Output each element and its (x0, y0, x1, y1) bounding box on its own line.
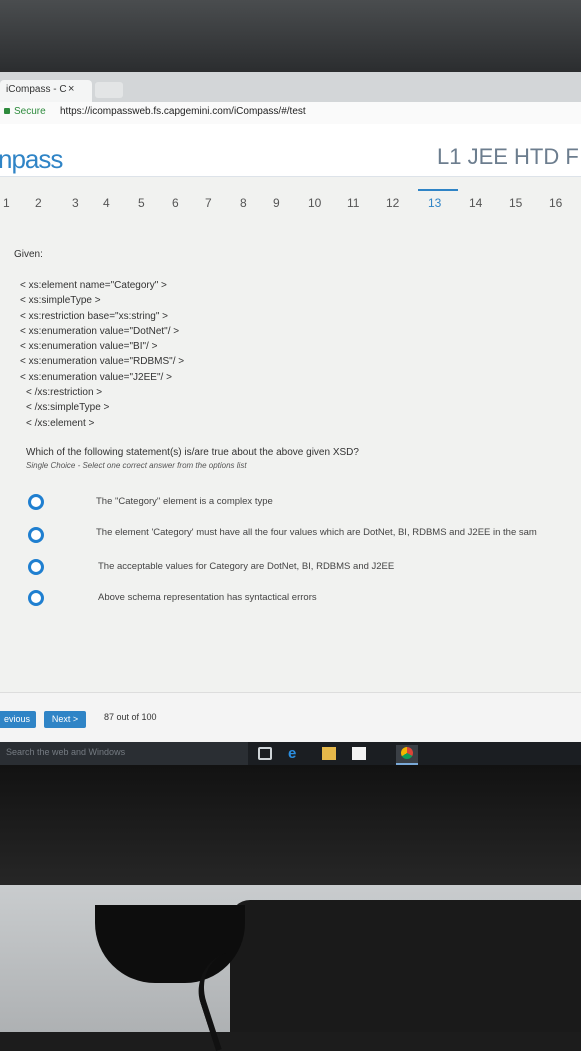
option-text: The acceptable values for Category are D… (98, 561, 395, 572)
question-nav-item[interactable]: 12 (386, 196, 399, 210)
code-line: < xs:element name="Category" > (20, 280, 167, 291)
answer-option-4[interactable]: Above schema representation has syntacti… (28, 590, 581, 610)
task-view-icon[interactable] (258, 747, 272, 760)
option-text: The "Category" element is a complex type (96, 496, 273, 507)
question-nav-item[interactable]: 5 (138, 196, 145, 210)
address-bar[interactable]: Secure https://icompassweb.fs.capgemini.… (0, 102, 581, 125)
answer-option-2[interactable]: The element 'Category' must have all the… (28, 527, 581, 547)
question-progress: 87 out of 100 (104, 712, 157, 722)
code-line: < xs:restriction base="xs:string" > (20, 310, 168, 322)
code-line: < xs:enumeration value="J2EE"/ > (20, 371, 172, 383)
lock-icon (4, 108, 10, 114)
question-nav-item[interactable]: 4 (103, 196, 110, 210)
question-nav-item[interactable]: 8 (240, 196, 247, 210)
close-tab-icon[interactable]: × (68, 83, 74, 95)
new-tab-button[interactable] (95, 82, 123, 98)
tab-title: iCompass - C (6, 84, 67, 95)
monitor-bezel-bottom (0, 765, 581, 885)
file-explorer-icon[interactable] (322, 747, 336, 760)
question-text: Which of the following statement(s) is/a… (26, 447, 359, 458)
question-nav-item[interactable]: 9 (273, 196, 280, 210)
edge-icon[interactable]: e (288, 746, 302, 761)
previous-button[interactable]: evious (0, 711, 36, 728)
question-nav-item[interactable]: 14 (469, 196, 482, 210)
code-line: < /xs:element > (26, 417, 95, 429)
question-nav-item[interactable]: 15 (509, 196, 522, 210)
radio-button[interactable] (28, 559, 44, 575)
monitor-screen: iCompass - C × Secure https://icompasswe… (0, 72, 581, 765)
browser-tab[interactable]: iCompass - C × (0, 80, 92, 102)
code-line: < /xs:simpleType > (26, 402, 110, 414)
answer-option-3[interactable]: The acceptable values for Category are D… (28, 559, 581, 579)
question-panel: Given: < xs:element name="Category" > < … (0, 222, 581, 692)
question-mode-hint: Single Choice - Select one correct answe… (26, 461, 247, 470)
test-footer: evious Next > 87 out of 100 (0, 692, 581, 743)
answer-option-1[interactable]: The "Category" element is a complex type (28, 494, 581, 514)
code-line: < xs:simpleType > (20, 295, 101, 307)
option-text: The element 'Category' must have all the… (96, 527, 537, 538)
taskbar-search-box[interactable]: Search the web and Windows (0, 742, 248, 765)
secure-label: Secure (14, 106, 46, 117)
radio-button[interactable] (28, 527, 44, 543)
brand-logo-text: npass (0, 144, 63, 174)
radio-button[interactable] (28, 494, 44, 510)
url-text[interactable]: https://icompassweb.fs.capgemini.com/iCo… (60, 106, 306, 117)
question-nav-item[interactable]: 3 (72, 196, 79, 210)
browser-tab-bar: iCompass - C × (0, 72, 581, 102)
question-nav-item[interactable]: 10 (308, 196, 321, 210)
code-line: < xs:enumeration value="RDBMS"/ > (20, 356, 185, 368)
given-label: Given: (14, 249, 43, 260)
active-question-underline (418, 189, 458, 191)
question-nav-item[interactable]: 1 (3, 196, 10, 210)
store-icon[interactable] (352, 747, 366, 760)
question-nav-item[interactable]: 16 (549, 196, 562, 210)
question-nav-item-active[interactable]: 13 (428, 196, 441, 210)
course-title: L1 JEE HTD F (437, 144, 579, 169)
question-nav-item[interactable]: 7 (205, 196, 212, 210)
monitor-bezel-top (0, 0, 581, 72)
chrome-icon[interactable] (396, 745, 418, 765)
windows-taskbar: Search the web and Windows e (0, 742, 581, 765)
xsd-code-block: < xs:element name="Category" > < xs:simp… (16, 278, 184, 431)
question-nav-item[interactable]: 2 (35, 196, 42, 210)
code-line: < xs:enumeration value="BI"/ > (20, 341, 158, 353)
question-nav-item[interactable]: 6 (172, 196, 179, 210)
radio-button[interactable] (28, 590, 44, 606)
chrome-logo (401, 747, 413, 759)
question-nav-item[interactable]: 11 (347, 196, 359, 210)
search-placeholder: Search the web and Windows (6, 747, 126, 757)
option-text: Above schema representation has syntacti… (98, 592, 317, 603)
question-navigator: 1 2 3 4 5 6 7 8 9 10 11 12 13 14 15 16 (0, 196, 581, 222)
code-line: < xs:enumeration value="DotNet"/ > (20, 325, 180, 337)
code-line: < /xs:restriction > (26, 387, 103, 399)
next-button[interactable]: Next > (44, 711, 86, 728)
